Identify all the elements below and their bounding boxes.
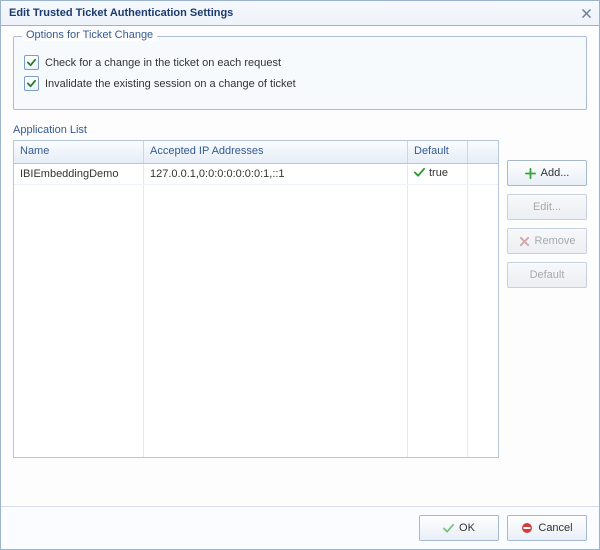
default-button-label: Default	[530, 269, 565, 281]
close-icon[interactable]	[579, 6, 593, 20]
side-buttons: Add... Edit... Remove Default	[507, 140, 587, 458]
default-button[interactable]: Default	[507, 262, 587, 288]
dialog-window: Edit Trusted Ticket Authentication Setti…	[0, 0, 600, 550]
table-row[interactable]: IBIEmbeddingDemo 127.0.0.1,0:0:0:0:0:0:0…	[14, 164, 498, 185]
edit-button-label: Edit...	[533, 201, 561, 213]
check-label-change: Check for a change in the ticket on each…	[45, 57, 281, 69]
options-legend: Options for Ticket Change	[22, 29, 157, 41]
check-row-change[interactable]: Check for a change in the ticket on each…	[24, 55, 576, 70]
add-button[interactable]: Add...	[507, 160, 587, 186]
ok-button[interactable]: OK	[419, 515, 499, 541]
check-row-invalidate[interactable]: Invalidate the existing session on a cha…	[24, 76, 576, 91]
application-area: Name Accepted IP Addresses Default IBIEm…	[13, 140, 587, 458]
edit-button[interactable]: Edit...	[507, 194, 587, 220]
col-header-ip[interactable]: Accepted IP Addresses	[144, 141, 408, 163]
col-header-name[interactable]: Name	[14, 141, 144, 163]
check-label-invalidate: Invalidate the existing session on a cha…	[45, 78, 296, 90]
add-button-label: Add...	[541, 167, 570, 179]
col-header-default[interactable]: Default	[408, 141, 468, 163]
cell-default-text: true	[429, 167, 448, 179]
cancel-button-label: Cancel	[538, 522, 572, 534]
cancel-button[interactable]: Cancel	[507, 515, 587, 541]
dialog-footer: OK Cancel	[1, 506, 599, 549]
checkbox-checked-icon[interactable]	[24, 55, 39, 70]
check-icon	[443, 523, 454, 534]
checkbox-checked-icon[interactable]	[24, 76, 39, 91]
application-grid[interactable]: Name Accepted IP Addresses Default IBIEm…	[13, 140, 499, 458]
application-list-label: Application List	[13, 124, 587, 136]
options-group: Options for Ticket Change Check for a ch…	[13, 36, 587, 110]
remove-button-label: Remove	[535, 235, 576, 247]
stop-icon	[521, 522, 533, 534]
plus-icon	[525, 168, 536, 179]
grid-body[interactable]: IBIEmbeddingDemo 127.0.0.1,0:0:0:0:0:0:0…	[14, 164, 498, 457]
cell-name: IBIEmbeddingDemo	[14, 168, 144, 180]
ok-button-label: OK	[459, 522, 475, 534]
check-icon	[414, 167, 425, 178]
delete-icon	[519, 236, 530, 247]
cell-default: true	[408, 167, 468, 182]
dialog-body: Options for Ticket Change Check for a ch…	[1, 26, 599, 506]
titlebar: Edit Trusted Ticket Authentication Setti…	[1, 1, 599, 26]
dialog-title: Edit Trusted Ticket Authentication Setti…	[9, 7, 233, 19]
remove-button[interactable]: Remove	[507, 228, 587, 254]
cell-ip: 127.0.0.1,0:0:0:0:0:0:0:1,::1	[144, 168, 408, 180]
col-header-extra	[468, 141, 498, 163]
grid-header: Name Accepted IP Addresses Default	[14, 141, 498, 164]
